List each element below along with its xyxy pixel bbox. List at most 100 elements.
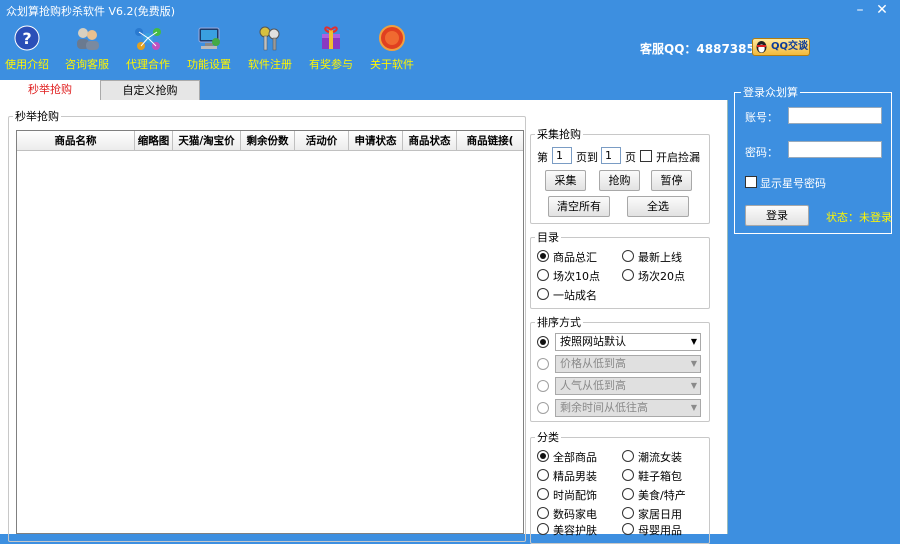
sort-option-label: 人气从低到高 [560,379,626,392]
category-option-label: 鞋子箱包 [638,470,682,483]
sort-select-price[interactable]: 价格从低到高 ▼ [555,355,701,373]
close-button[interactable]: ✕ [874,2,890,18]
clear-all-button[interactable]: 清空所有 [548,196,610,217]
tab-miaoju[interactable]: 秒举抢购 [0,80,100,101]
sort-radio-default[interactable] [537,336,549,348]
tool-register[interactable]: 软件注册 [241,22,299,74]
login-button[interactable]: 登录 [745,205,809,226]
category-legend: 分类 [537,431,559,444]
category-radio[interactable] [622,488,634,500]
page-to-label: 页到 [576,151,598,164]
category-option-label: 精品男装 [553,470,597,483]
catalog-legend: 目录 [537,231,559,244]
category-option-label: 母婴用品 [638,524,682,537]
category-radio[interactable] [537,507,549,519]
chevron-down-icon: ▼ [690,337,697,346]
chevron-down-icon: ▼ [690,359,697,368]
tool-support[interactable]: 咨询客服 [58,22,116,74]
tool-agent[interactable]: 代理合作 [119,22,177,74]
goods-list-header: 商品名称 缩略图 天猫/淘宝价 剩余份数 活动价 申请状态 商品状态 商品链接( [17,131,523,151]
goods-list[interactable]: 商品名称 缩略图 天猫/淘宝价 剩余份数 活动价 申请状态 商品状态 商品链接( [16,130,524,534]
category-radio[interactable] [622,507,634,519]
category-option-label: 美容护肤 [553,524,597,537]
help-icon: ? [14,25,40,51]
keys-icon [259,26,280,51]
tool-label: 咨询客服 [65,58,109,71]
sort-select-popularity[interactable]: 人气从低到高 ▼ [555,377,701,395]
category-radio[interactable] [622,523,634,535]
qq-penguin-icon [756,41,767,53]
category-option-label: 美食/特产 [638,489,686,502]
show-password-checkbox[interactable] [745,176,757,188]
column-header[interactable]: 天猫/淘宝价 [173,131,241,151]
grab-button[interactable]: 抢购 [599,170,640,191]
tool-help[interactable]: ? 使用介绍 [0,22,56,74]
show-password-label: 显示星号密码 [760,177,826,190]
svg-text:?: ? [22,29,31,48]
pause-button[interactable]: 暂停 [651,170,692,191]
page-di-label: 第 [537,151,548,164]
catalog-radio-famous[interactable] [537,288,549,300]
collect-button[interactable]: 采集 [545,170,586,191]
category-radio[interactable] [622,469,634,481]
category-radio[interactable] [537,469,549,481]
account-input[interactable] [788,107,882,124]
catalog-radio-20[interactable] [622,269,634,281]
sort-radio-popularity[interactable] [537,380,549,392]
qq-chat-label: QQ交谈 [771,41,809,52]
category-radio[interactable] [622,450,634,462]
tool-label: 使用介绍 [5,58,49,71]
tool-settings[interactable]: 功能设置 [180,22,238,74]
column-header[interactable]: 商品名称 [17,131,135,151]
catalog-option-label: 最新上线 [638,251,682,264]
select-all-button[interactable]: 全选 [627,196,689,217]
category-option-label: 数码家电 [553,508,597,521]
category-radio[interactable] [537,488,549,500]
column-header[interactable]: 商品状态 [403,131,457,151]
window-title: 众划算抢购秒杀软件 V6.2(免费版) [6,5,176,18]
catalog-radio-all[interactable] [537,250,549,262]
network-icon [135,28,161,50]
collect-legend: 采集抢购 [537,128,581,141]
column-header[interactable]: 缩略图 [135,131,173,151]
chevron-down-icon: ▼ [690,403,697,412]
catalog-option-label: 场次20点 [638,270,685,283]
column-header[interactable]: 剩余份数 [241,131,295,151]
catalog-radio-newest[interactable] [622,250,634,262]
sort-option-label: 价格从低到高 [560,357,626,370]
tool-label: 关于软件 [370,58,414,71]
password-input[interactable] [788,141,882,158]
category-option-label: 潮流女装 [638,451,682,464]
sort-radio-price[interactable] [537,358,549,370]
qq-chat-button[interactable]: QQ交谈 [752,38,810,56]
category-option-label: 家居日用 [638,508,682,521]
tool-about[interactable]: 关于软件 [363,22,421,74]
tool-label: 软件注册 [248,58,292,71]
page-to-input[interactable]: 1 [601,147,621,164]
title-bar: 众划算抢购秒杀软件 V6.2(免费版) – ✕ [0,0,900,20]
toolbar: ? 使用介绍 咨询客服 代理合作 功能设置 软件注册 有奖参与 关于软件 [0,20,620,74]
sort-radio-time[interactable] [537,402,549,414]
computer-settings-icon [198,27,220,49]
category-option-label: 时尚配饰 [553,489,597,502]
category-radio[interactable] [537,450,549,462]
sort-option-label: 按照网站默认 [560,335,626,348]
category-radio[interactable] [537,523,549,535]
catalog-radio-10[interactable] [537,269,549,281]
gift-icon [322,26,340,49]
sort-select-default[interactable]: 按照网站默认 ▼ [555,333,701,351]
catalog-option-label: 一站成名 [553,289,597,302]
tool-prize[interactable]: 有奖参与 [302,22,360,74]
page-from-input[interactable]: 1 [552,147,572,164]
column-header[interactable]: 商品链接( [457,131,523,151]
tab-custom[interactable]: 自定义抢购 [100,80,200,101]
login-status: 状态：未登录 [826,211,892,224]
tool-label: 功能设置 [187,58,231,71]
column-header[interactable]: 申请状态 [349,131,403,151]
start-pick-checkbox[interactable] [640,150,652,162]
column-header[interactable]: 活动价 [295,131,349,151]
sort-legend: 排序方式 [537,316,581,329]
minimize-button[interactable]: – [852,2,868,18]
sort-select-time[interactable]: 剩余时间从低往高 ▼ [555,399,701,417]
tool-label: 有奖参与 [309,58,353,71]
